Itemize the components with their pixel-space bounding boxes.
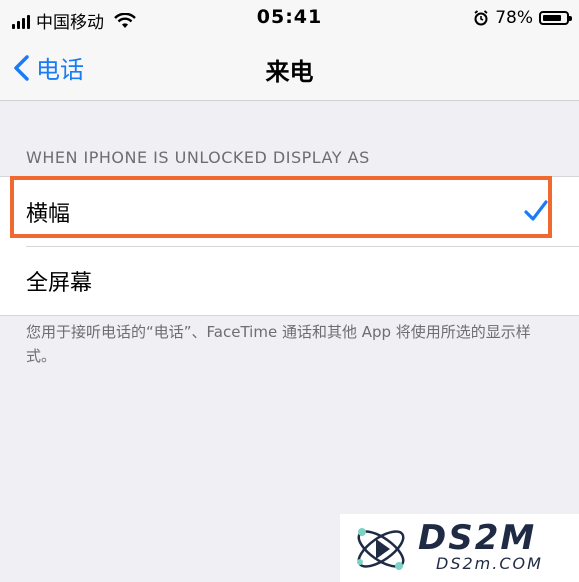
page-title: 来电	[265, 58, 314, 86]
option-fullscreen[interactable]: 全屏幕	[0, 246, 579, 315]
alarm-icon	[474, 10, 488, 26]
watermark-brand: DS2M	[418, 518, 537, 558]
status-bar: 中国移动 05:41 78%	[0, 0, 579, 38]
watermark-logo-icon	[357, 528, 405, 570]
battery-icon	[539, 11, 572, 25]
status-right: 78%	[473, 8, 572, 28]
option-banner[interactable]: 横幅	[0, 177, 579, 246]
checkmark-icon	[524, 200, 548, 221]
section-footer: 您用于接听电话的“电话”、FaceTime 通话和其他 App 将使用所选的显示…	[26, 323, 531, 365]
watermark-domain: DS2m.COM	[436, 554, 543, 573]
display-style-list: 横幅 全屏幕	[0, 176, 579, 316]
battery-percent: 78%	[495, 8, 533, 28]
section-header: WHEN IPHONE IS UNLOCKED DISPLAY AS	[26, 148, 370, 167]
navigation-bar: 电话 来电	[0, 38, 579, 101]
option-label: 横幅	[26, 201, 71, 227]
watermark: DS2M DS2m.COM	[340, 514, 579, 582]
option-label: 全屏幕	[26, 270, 93, 296]
